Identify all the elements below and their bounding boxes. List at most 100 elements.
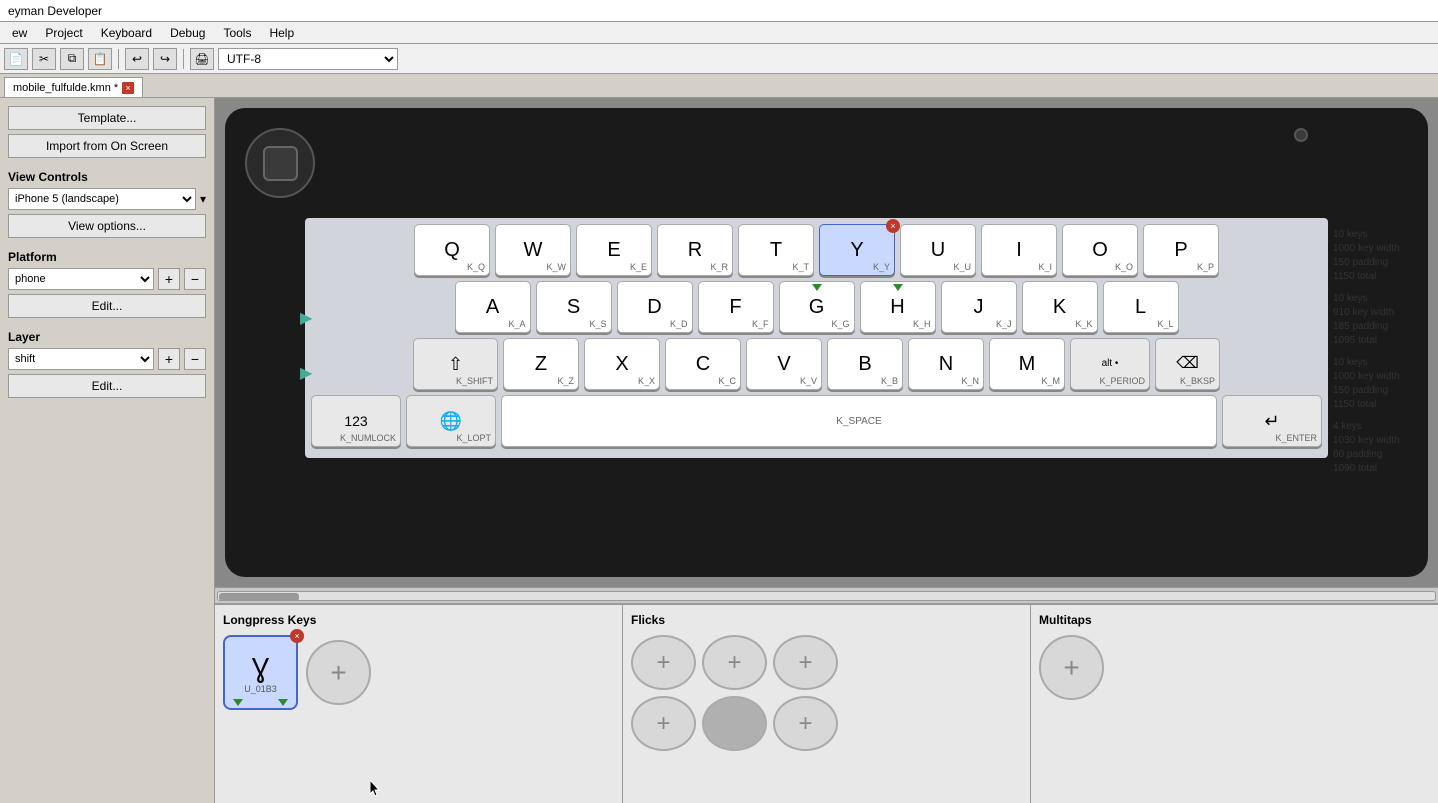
stat-3-total: 1150 total <box>1333 398 1423 412</box>
multitap-items: + <box>1039 635 1430 700</box>
layer-edit-button[interactable]: Edit... <box>8 374 206 398</box>
key-enter[interactable]: ↵ K_ENTER <box>1222 395 1322 447</box>
layer-add-button[interactable]: + <box>158 348 180 370</box>
key-B[interactable]: B K_B <box>827 338 903 390</box>
key-T[interactable]: T K_T <box>738 224 814 276</box>
platform-label: Platform <box>8 250 206 264</box>
key-I[interactable]: I K_I <box>981 224 1057 276</box>
key-X[interactable]: X K_X <box>584 338 660 390</box>
menu-help[interactable]: Help <box>261 24 302 42</box>
key-V[interactable]: V K_V <box>746 338 822 390</box>
undo-button[interactable]: ↩ <box>125 48 149 70</box>
g-key-indicator <box>812 284 822 291</box>
encoding-select[interactable]: UTF-8 UTF-16 ASCII <box>218 48 398 70</box>
new-button[interactable]: 📄 <box>4 48 28 70</box>
key-Q[interactable]: Q K_Q <box>414 224 490 276</box>
titlebar: eyman Developer <box>0 0 1438 22</box>
phone-body: ▶ ▶ Q K_Q W K_W <box>225 108 1428 577</box>
key-space[interactable]: K_SPACE <box>501 395 1217 447</box>
longpress-add-icon: + <box>330 657 346 689</box>
key-Z[interactable]: Z K_Z <box>503 338 579 390</box>
left-nav-arrow-2[interactable]: ▶ <box>300 363 312 383</box>
longpress-key-Y[interactable]: × Ɣ U_01B3 <box>223 635 298 710</box>
stat-2-width: 910 key width <box>1333 306 1423 320</box>
redo-button[interactable]: ↪ <box>153 48 177 70</box>
flicks-title: Flicks <box>631 613 1022 627</box>
key-G[interactable]: G K_G <box>779 281 855 333</box>
key-O[interactable]: O K_O <box>1062 224 1138 276</box>
key-N[interactable]: N K_N <box>908 338 984 390</box>
key-U[interactable]: U K_U <box>900 224 976 276</box>
platform-remove-button[interactable]: − <box>184 268 206 290</box>
longpress-close-button[interactable]: × <box>290 629 304 643</box>
key-shift[interactable]: ⇧ K_SHIFT <box>413 338 498 390</box>
key-W[interactable]: W K_W <box>495 224 571 276</box>
key-R[interactable]: R K_R <box>657 224 733 276</box>
toolbar: 📄 ✂ ⧉ 📋 ↩ ↪ 🖨 UTF-8 UTF-16 ASCII <box>0 44 1438 74</box>
horizontal-scrollbar[interactable] <box>215 587 1438 603</box>
platform-add-button[interactable]: + <box>158 268 180 290</box>
import-from-on-screen-button[interactable]: Import from On Screen <box>8 134 206 158</box>
platform-select[interactable]: phone tablet desktop <box>8 268 154 290</box>
multitaps-title: Multitaps <box>1039 613 1430 627</box>
key-K[interactable]: K K_K <box>1022 281 1098 333</box>
tab-close-button[interactable]: × <box>122 82 134 94</box>
stat-1-keys: 10 keys <box>1333 228 1423 242</box>
flick-add-3[interactable]: + <box>773 635 838 690</box>
key-C[interactable]: C K_C <box>665 338 741 390</box>
key-Y[interactable]: × Y K_Y <box>819 224 895 276</box>
key-J[interactable]: J K_J <box>941 281 1017 333</box>
layer-row: shift default ctrl alt + − <box>8 348 206 370</box>
menu-tools[interactable]: Tools <box>215 24 259 42</box>
key-P[interactable]: P K_P <box>1143 224 1219 276</box>
layer-remove-button[interactable]: − <box>184 348 206 370</box>
key-M[interactable]: M K_M <box>989 338 1065 390</box>
flick-add-1[interactable]: + <box>631 635 696 690</box>
menu-project[interactable]: Project <box>37 24 90 42</box>
app-title: eyman Developer <box>8 4 102 18</box>
longpress-add-button[interactable]: + <box>306 640 371 705</box>
paste-button[interactable]: 📋 <box>88 48 112 70</box>
flick-add-5[interactable]: + <box>773 696 838 751</box>
key-E[interactable]: E K_E <box>576 224 652 276</box>
template-button[interactable]: Template... <box>8 106 206 130</box>
keyboard-row-2: A K_A S K_S D K_D F K_F <box>311 281 1322 333</box>
key-period[interactable]: alt • K_PERIOD <box>1070 338 1150 390</box>
copy-button[interactable]: ⧉ <box>60 48 84 70</box>
key-D[interactable]: D K_D <box>617 281 693 333</box>
longpress-key-sub: U_01B3 <box>244 684 277 694</box>
key-close-button[interactable]: × <box>886 219 900 233</box>
key-F[interactable]: F K_F <box>698 281 774 333</box>
key-backspace[interactable]: ⌫ K_BKSP <box>1155 338 1220 390</box>
menu-keyboard[interactable]: Keyboard <box>93 24 160 42</box>
stat-row-2: 10 keys 910 key width 185 padding 1095 t… <box>1333 292 1423 348</box>
scroll-thumb[interactable] <box>219 593 299 601</box>
platform-edit-button[interactable]: Edit... <box>8 294 206 318</box>
layer-select[interactable]: shift default ctrl alt <box>8 348 154 370</box>
stat-3-padding: 150 padding <box>1333 384 1423 398</box>
bottom-content: Longpress Keys × Ɣ U_01B3 + <box>215 605 1438 803</box>
stat-4-padding: 60 padding <box>1333 448 1423 462</box>
platform-row: phone tablet desktop + − <box>8 268 206 290</box>
cut-button[interactable]: ✂ <box>32 48 56 70</box>
menu-ew[interactable]: ew <box>4 24 35 42</box>
flick-add-2[interactable]: + <box>702 635 767 690</box>
bottom-section: Longpress Keys × Ɣ U_01B3 + <box>215 603 1438 803</box>
key-A[interactable]: A K_A <box>455 281 531 333</box>
menu-debug[interactable]: Debug <box>162 24 213 42</box>
key-S[interactable]: S K_S <box>536 281 612 333</box>
view-select[interactable]: iPhone 5 (landscape) iPhone 5 (portrait)… <box>8 188 196 210</box>
print-button[interactable]: 🖨 <box>190 48 214 70</box>
key-L[interactable]: L K_L <box>1103 281 1179 333</box>
file-tab[interactable]: mobile_fulfulde.kmn * × <box>4 77 143 97</box>
key-numlock[interactable]: 123 K_NUMLOCK <box>311 395 401 447</box>
view-options-button[interactable]: View options... <box>8 214 206 238</box>
key-lopt[interactable]: 🌐 K_LOPT <box>406 395 496 447</box>
left-nav-arrow[interactable]: ▶ <box>300 308 312 328</box>
key-H[interactable]: H K_H <box>860 281 936 333</box>
view-select-row: iPhone 5 (landscape) iPhone 5 (portrait)… <box>8 188 206 210</box>
flick-add-4[interactable]: + <box>631 696 696 751</box>
keyboard-area: Q K_Q W K_W E K_E R K_R <box>305 218 1328 458</box>
phone-home-button[interactable] <box>245 128 315 198</box>
multitap-add-button[interactable]: + <box>1039 635 1104 700</box>
